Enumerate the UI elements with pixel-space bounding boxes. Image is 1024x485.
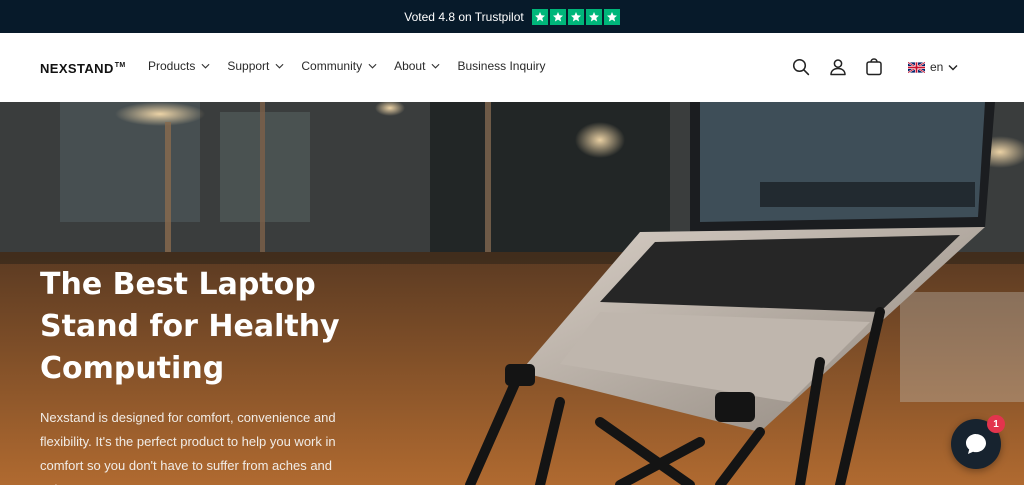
- announcement-text: Voted 4.8 on Trustpilot: [404, 9, 524, 24]
- nav-item-label: Community: [301, 59, 363, 73]
- hero-description: Nexstand is designed for comfort, conven…: [40, 410, 336, 485]
- notification-badge: 1: [987, 415, 1005, 433]
- trustpilot-rating[interactable]: [531, 8, 620, 25]
- logo-text: NEXSTAND: [40, 61, 114, 76]
- nav-item-community[interactable]: Community: [301, 59, 377, 73]
- language-selector[interactable]: en: [908, 60, 958, 74]
- star-icon: [585, 8, 602, 25]
- star-icon: [549, 8, 566, 25]
- account-icon[interactable]: [828, 57, 848, 77]
- main-nav: Products Support Community About Busines…: [148, 59, 562, 73]
- hero-banner: The Best Laptop Stand for Healthy Comput…: [0, 102, 1024, 485]
- nav-item-label: Products: [148, 59, 196, 73]
- chevron-down-icon: [201, 63, 210, 69]
- chat-icon: [966, 434, 986, 454]
- star-icon: [567, 8, 584, 25]
- search-icon[interactable]: [791, 57, 811, 77]
- logo-trademark: TM: [114, 62, 126, 69]
- chevron-down-icon: [368, 63, 377, 69]
- chevron-down-icon: [431, 63, 440, 69]
- nav-item-about[interactable]: About: [394, 59, 440, 73]
- hero-title: The Best Laptop Stand for Healthy Comput…: [40, 267, 340, 386]
- site-header: NEXSTANDTM Products Support Community Ab…: [0, 33, 1024, 102]
- nav-item-label: Business Inquiry: [457, 59, 546, 73]
- star-icon: [531, 8, 548, 25]
- cart-icon[interactable]: [864, 57, 884, 77]
- chevron-down-icon: [275, 63, 284, 69]
- nav-item-label: Support: [227, 59, 270, 73]
- language-label: en: [930, 60, 944, 74]
- logo[interactable]: NEXSTANDTM: [40, 61, 126, 76]
- uk-flag-icon: [908, 61, 925, 73]
- announcement-bar: Voted 4.8 on Trustpilot: [0, 0, 1024, 33]
- nav-item-business-inquiry[interactable]: Business Inquiry: [457, 59, 545, 73]
- nav-item-products[interactable]: Products: [148, 59, 210, 73]
- chevron-down-icon: [948, 64, 958, 70]
- nav-item-support[interactable]: Support: [227, 59, 284, 73]
- nav-item-label: About: [394, 59, 426, 73]
- star-icon: [603, 8, 620, 25]
